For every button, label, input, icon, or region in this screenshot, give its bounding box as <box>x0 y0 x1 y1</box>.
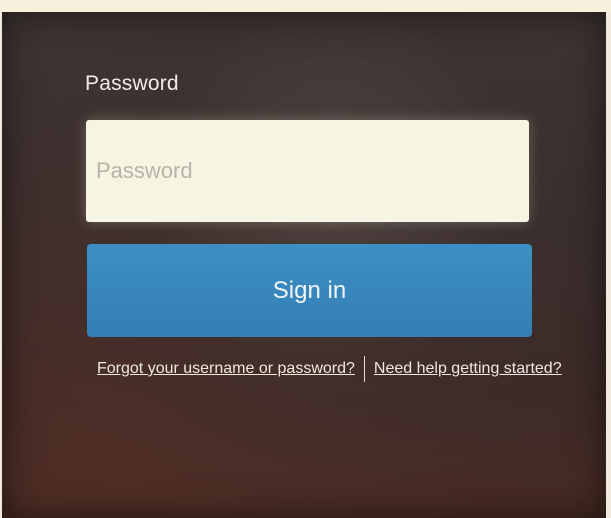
getting-started-help-link[interactable]: Need help getting started? <box>374 360 562 378</box>
login-panel: Password Sign in Forgot your username or… <box>2 12 606 518</box>
password-input[interactable] <box>86 120 529 222</box>
screen-frame: Password Sign in Forgot your username or… <box>0 0 611 518</box>
forgot-credentials-link[interactable]: Forgot your username or password? <box>97 360 355 378</box>
password-label: Password <box>85 72 179 95</box>
top-bezel <box>0 0 611 12</box>
sign-in-button[interactable]: Sign in <box>87 244 532 337</box>
help-links: Forgot your username or password? Need h… <box>97 356 562 382</box>
link-divider <box>363 356 365 382</box>
